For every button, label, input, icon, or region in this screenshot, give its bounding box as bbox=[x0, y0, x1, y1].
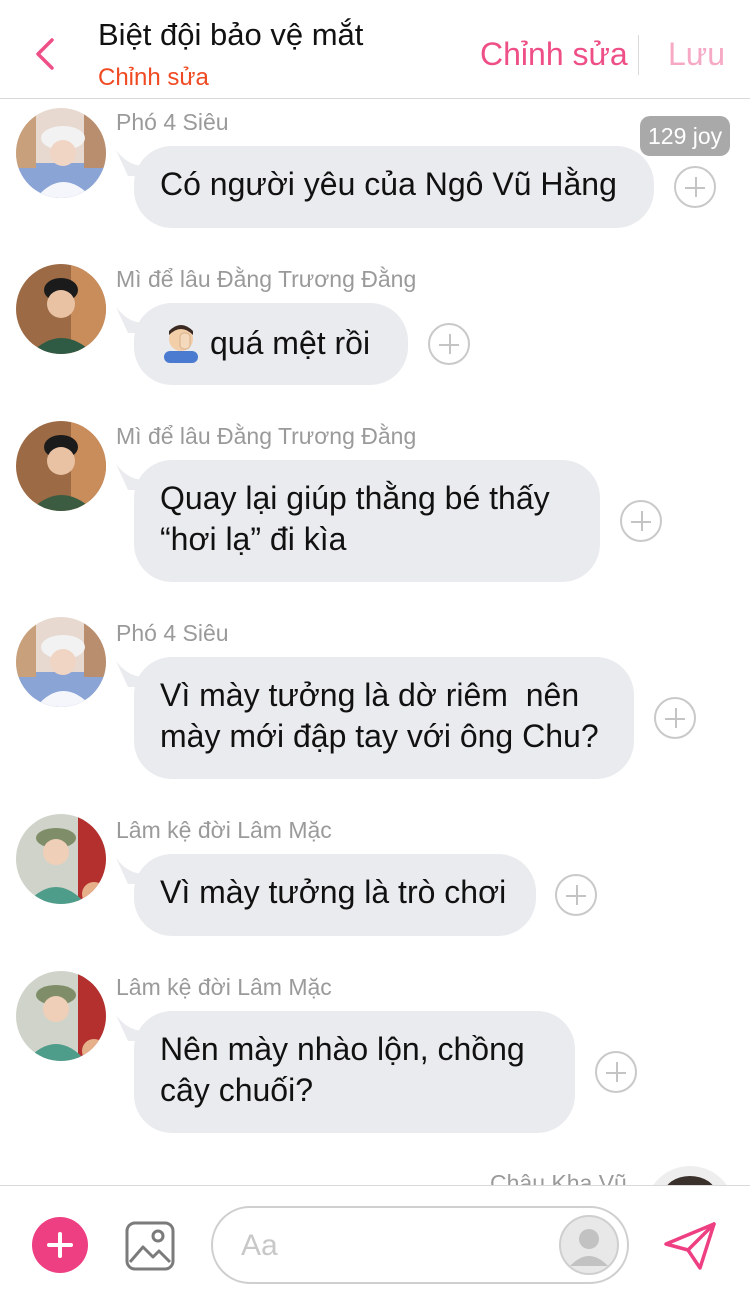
message-text: Vì mày tưởng là trò chơi bbox=[160, 874, 507, 910]
image-icon[interactable] bbox=[124, 1220, 176, 1272]
message-bubble[interactable]: Có người yêu của Ngô Vũ Hằng bbox=[134, 146, 654, 228]
add-reaction-icon[interactable] bbox=[674, 166, 716, 208]
message-input[interactable] bbox=[241, 1226, 541, 1266]
message-bubble[interactable]: Nên mày nhào lộn, chồng cây chuối? bbox=[134, 1011, 575, 1133]
add-reaction-icon[interactable] bbox=[428, 323, 470, 365]
send-icon[interactable] bbox=[662, 1220, 718, 1272]
sender-name: Phó 4 Siêu bbox=[116, 109, 229, 135]
chat-subtitle-edit[interactable]: Chỉnh sửa bbox=[98, 64, 209, 92]
save-button[interactable]: Lưu bbox=[668, 36, 725, 73]
message-list[interactable]: Phó 4 Siêu Có người yêu của Ngô Vũ Hằng … bbox=[0, 100, 750, 1185]
facepalm-emoji bbox=[164, 325, 198, 363]
add-reaction-icon[interactable] bbox=[620, 500, 662, 542]
message-bubble[interactable]: Quay lại giúp thằng bé thấy “hơi lạ” đi … bbox=[134, 460, 600, 582]
avatar[interactable] bbox=[645, 1166, 735, 1185]
message-composer[interactable] bbox=[211, 1206, 629, 1284]
message-text-line: Vì mày tưởng là dờ riêm nên bbox=[160, 677, 580, 713]
chat-header: Biệt đội bảo vệ mắt Chỉnh sửa Chỉnh sửa … bbox=[0, 0, 750, 99]
add-reaction-icon[interactable] bbox=[595, 1051, 637, 1093]
plus-icon[interactable] bbox=[32, 1217, 88, 1273]
message-text-line: Nên mày nhào lộn, chồng bbox=[160, 1031, 525, 1067]
message-bubble[interactable]: Vì mày tưởng là trò chơi bbox=[134, 854, 536, 936]
sender-name: Lâm kệ đời Lâm Mặc bbox=[116, 974, 332, 1000]
avatar[interactable] bbox=[16, 814, 106, 904]
message-text-line: “hơi lạ” đi kìa bbox=[160, 521, 347, 557]
message-bubble[interactable]: quá mệt rồi bbox=[134, 303, 408, 385]
sender-name: Phó 4 Siêu bbox=[116, 620, 229, 646]
profile-icon[interactable] bbox=[558, 1214, 620, 1276]
message-text-line: cây chuối? bbox=[160, 1072, 313, 1108]
avatar[interactable] bbox=[16, 617, 106, 707]
sender-name: Mì để lâu Đằng Trương Đằng bbox=[116, 266, 417, 292]
sender-name: Châu Kha Vũ bbox=[490, 1170, 627, 1185]
avatar[interactable] bbox=[16, 971, 106, 1061]
add-reaction-icon[interactable] bbox=[654, 697, 696, 739]
sender-name: Mì để lâu Đằng Trương Đằng bbox=[116, 423, 417, 449]
add-reaction-icon[interactable] bbox=[555, 874, 597, 916]
header-divider bbox=[638, 35, 639, 75]
message-text: Có người yêu của Ngô Vũ Hằng bbox=[160, 166, 617, 202]
edit-button[interactable]: Chỉnh sửa bbox=[480, 36, 628, 73]
composer-bar bbox=[0, 1185, 750, 1305]
avatar[interactable] bbox=[16, 421, 106, 511]
back-chevron-icon[interactable] bbox=[28, 34, 64, 74]
reaction-count-badge[interactable]: 129 joy bbox=[640, 116, 731, 156]
avatar[interactable] bbox=[16, 108, 106, 198]
avatar[interactable] bbox=[16, 264, 106, 354]
message-bubble[interactable]: Vì mày tưởng là dờ riêm nên mày mới đập … bbox=[134, 657, 634, 779]
message-text: quá mệt rồi bbox=[210, 325, 371, 361]
message-text-line: Quay lại giúp thằng bé thấy bbox=[160, 480, 550, 516]
message-text-line: mày mới đập tay với ông Chu? bbox=[160, 718, 599, 754]
chat-title: Biệt đội bảo vệ mắt bbox=[98, 17, 364, 52]
sender-name: Lâm kệ đời Lâm Mặc bbox=[116, 817, 332, 843]
